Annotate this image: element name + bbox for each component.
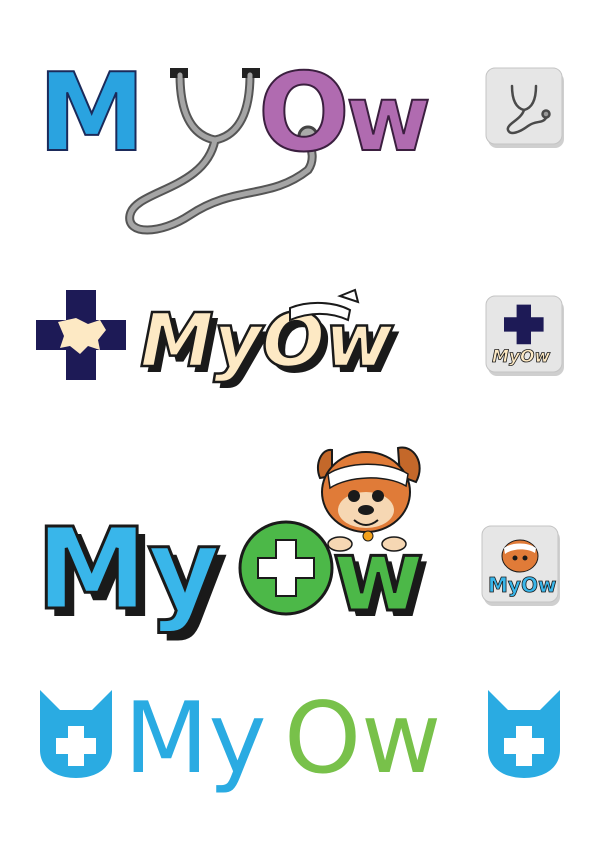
logo1-letter-o: O bbox=[258, 51, 350, 176]
logo1-wordmark: M O w bbox=[37, 50, 432, 235]
logo3-wordmark: My My w w bbox=[35, 446, 430, 643]
logo2-app-icon: MyOw bbox=[485, 295, 564, 376]
logo4-letters-my: My bbox=[124, 682, 267, 796]
cat-head-cross-icon bbox=[488, 690, 560, 778]
logo1-app-icon bbox=[485, 67, 564, 148]
logo-concept-mascot: My My w w MyOw bbox=[0, 430, 595, 650]
logo4-letters-ow: Ow bbox=[284, 682, 441, 796]
logo2-wordmark: MyOw MyOw bbox=[139, 288, 400, 390]
logo3-app-word: MyOw bbox=[488, 573, 556, 597]
logo-concept-flat: My Ow bbox=[0, 680, 595, 810]
logo1-letter-w: w bbox=[346, 65, 431, 172]
cat-head-cross-icon bbox=[40, 690, 112, 778]
logo2-word: MyOw bbox=[140, 298, 394, 384]
logo4-wordmark: My Ow bbox=[124, 682, 441, 796]
logo1-letter-m: M bbox=[38, 51, 145, 176]
logo2-app-word: MyOw bbox=[492, 347, 550, 367]
logo3-letter-my: My bbox=[36, 505, 220, 635]
logo3-letter-w: w bbox=[332, 517, 424, 634]
logo-concept-cream: MyOw MyOw MyOw bbox=[0, 280, 595, 390]
medical-cross-dog-icon bbox=[36, 290, 126, 380]
logo-concept-stethoscope: M O w bbox=[0, 40, 595, 240]
logo3-app-icon: MyOw bbox=[481, 525, 560, 606]
